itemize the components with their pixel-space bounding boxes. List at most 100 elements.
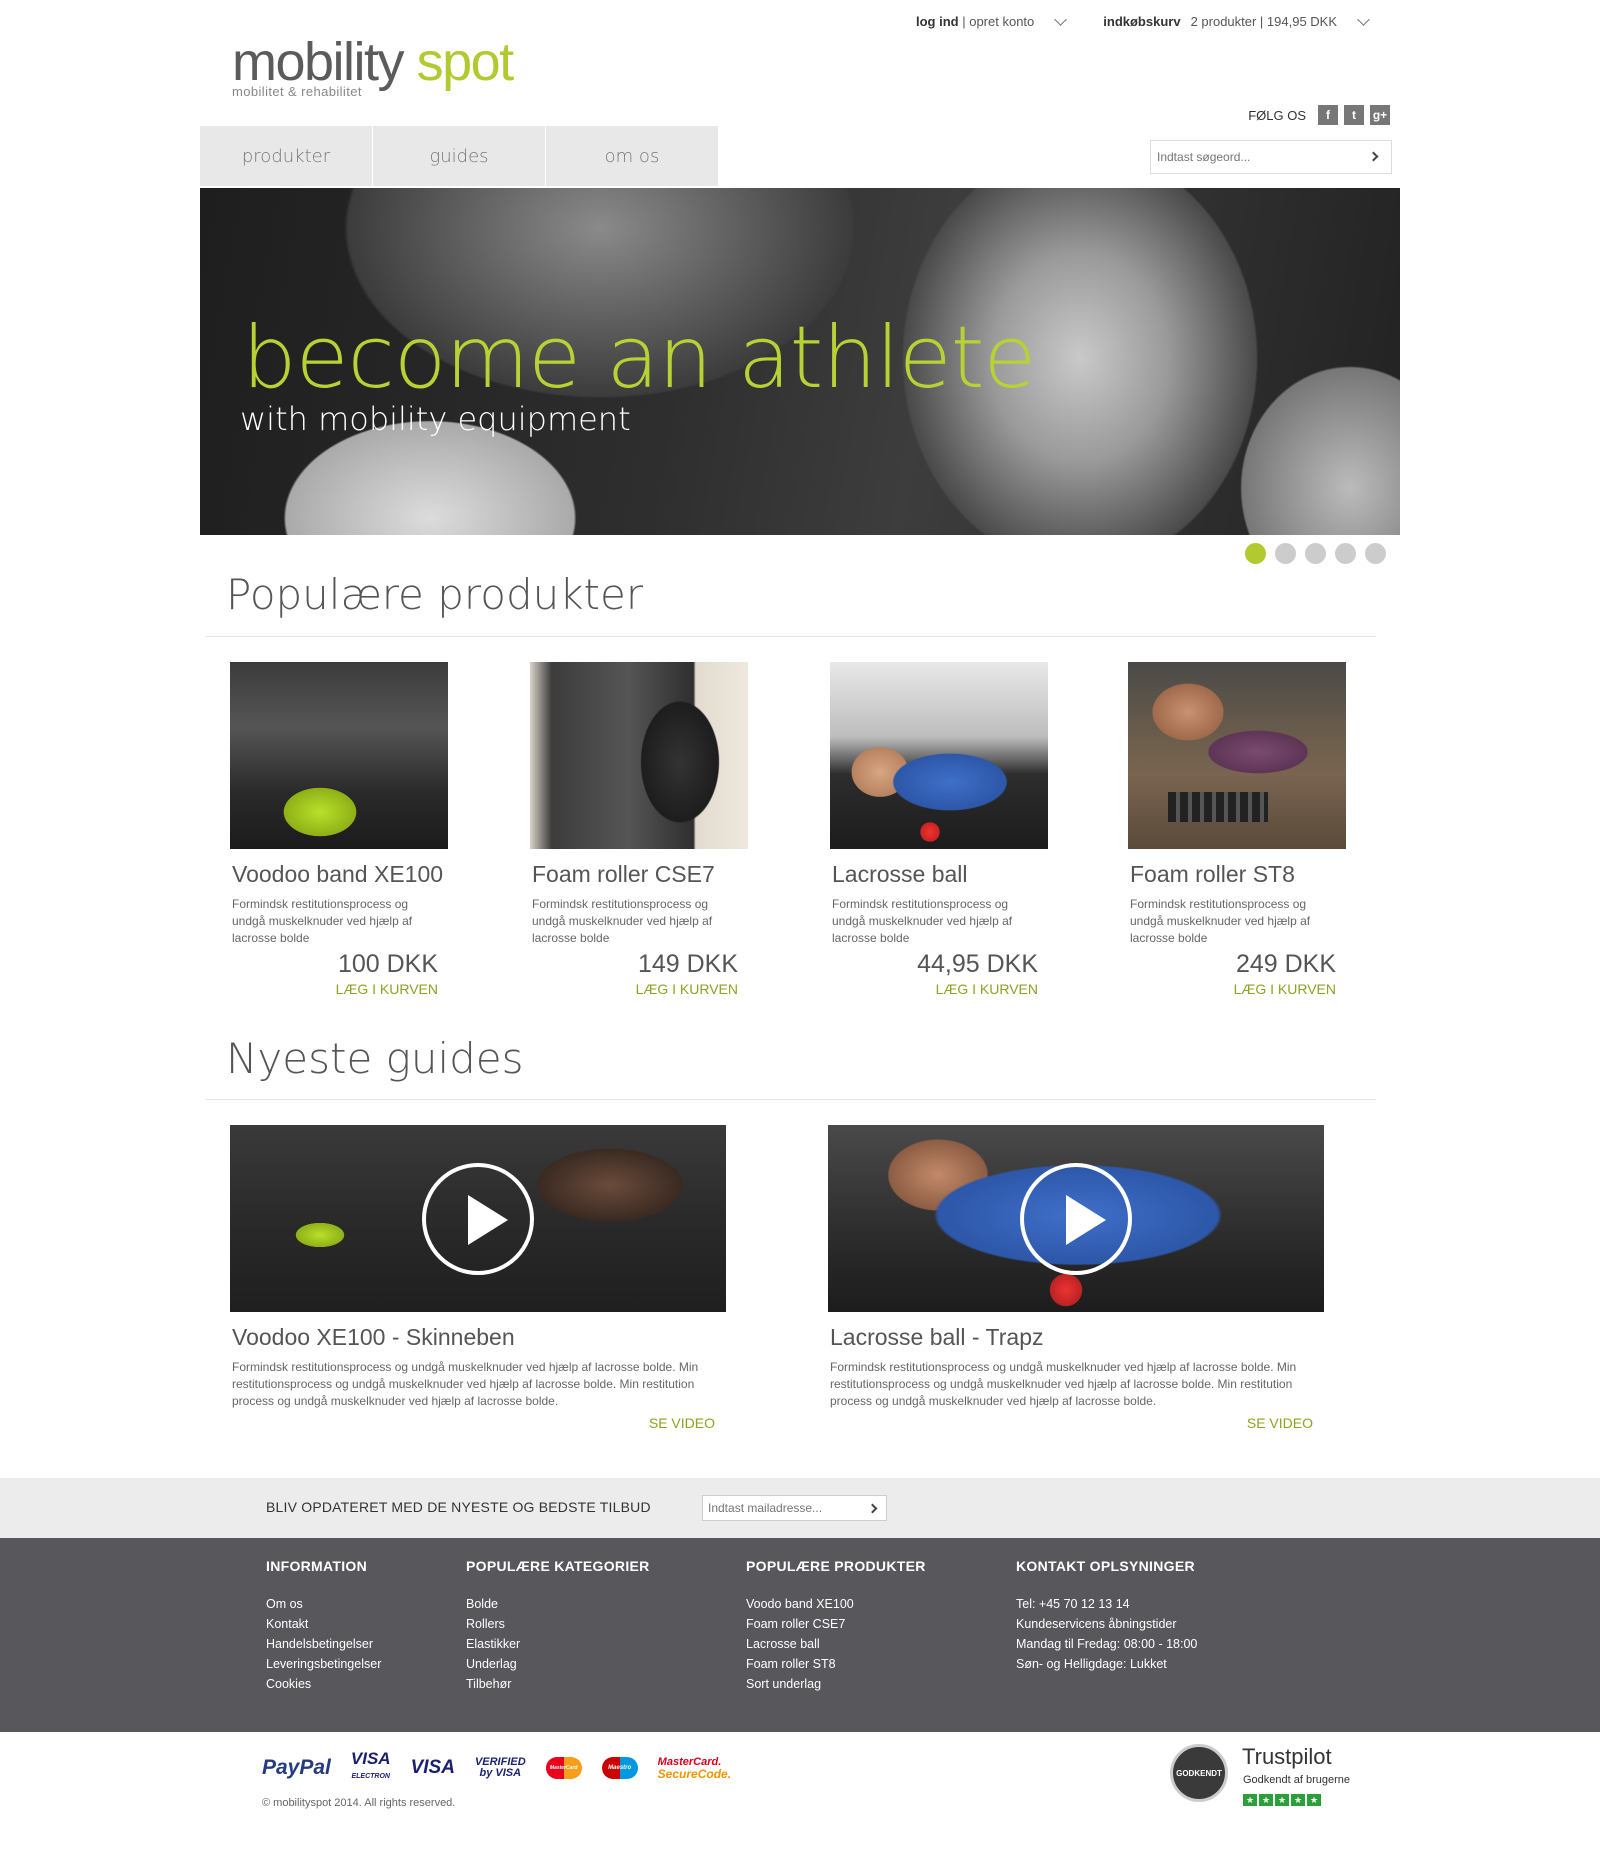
footer-link[interactable]: Leveringsbetingelser (266, 1654, 381, 1674)
cart-summary[interactable]: 2 produkter | 194,95 DKK (1191, 14, 1337, 29)
cart-chevron-down-icon[interactable] (1357, 12, 1370, 26)
product-description: Formindsk restitutionsprocess og undgå m… (532, 897, 713, 945)
cart-label[interactable]: indkøbskurv (1103, 14, 1180, 29)
footer-link[interactable]: Tilbehør (466, 1674, 650, 1694)
footer-link[interactable]: Cookies (266, 1674, 381, 1694)
product-price: 100 DKK (337, 950, 438, 978)
footer-heading: KONTAKT OPLSYNINGER (1016, 1558, 1195, 1574)
footer-link[interactable]: Bolde (466, 1594, 650, 1614)
nav-tab-om-os[interactable]: om os (546, 126, 718, 186)
footer-link[interactable]: Rollers (466, 1614, 650, 1634)
product-image-voodoo-band[interactable] (230, 662, 448, 849)
logo-word-mobility: mobility (232, 32, 405, 92)
hero-banner[interactable]: become an athlete with mobility equipmen… (200, 188, 1400, 535)
add-to-cart-button[interactable]: LÆG I KURVEN (530, 981, 738, 997)
product-name[interactable]: Foam roller ST8 (1130, 861, 1348, 888)
footer-heading: INFORMATION (266, 1558, 368, 1574)
slider-dot-3[interactable] (1305, 543, 1326, 564)
hero-headline: become an athlete (242, 308, 1036, 408)
watch-video-button[interactable]: SE VIDEO (828, 1415, 1313, 1431)
product-name[interactable]: Foam roller CSE7 (532, 861, 750, 888)
footer-link[interactable]: Handelsbetingelser (266, 1634, 381, 1654)
social-follow: FØLG OS f t g+ (1248, 105, 1390, 125)
contact-line: Mandag til Fredag: 08:00 - 18:00 (1016, 1637, 1198, 1651)
visa-electron-word: VISA (350, 1749, 391, 1768)
watch-video-button[interactable]: SE VIDEO (230, 1415, 715, 1431)
site-logo[interactable]: mobility spot mobilitet & rehabilitet (232, 32, 514, 99)
footer-link[interactable]: Om os (266, 1594, 381, 1614)
add-to-cart-button[interactable]: LÆG I KURVEN (1128, 981, 1336, 997)
slider-dot-1[interactable] (1245, 543, 1266, 564)
product-name[interactable]: Lacrosse ball (832, 861, 1050, 888)
maestro-word: Maestro (608, 1765, 632, 1771)
product-image-foam-roller-st8[interactable] (1128, 662, 1346, 849)
account-separator: | (958, 14, 970, 29)
add-to-cart-button[interactable]: LÆG I KURVEN (830, 981, 1038, 997)
nav-tab-produkter[interactable]: produkter (200, 126, 372, 186)
popular-divider (206, 636, 1376, 637)
trustpilot-subtitle: Godkendt af brugerne (1243, 1774, 1351, 1786)
google-plus-icon[interactable]: g+ (1370, 105, 1390, 125)
footer-col-contact: KONTAKT OPLSYNINGER Tel: +45 70 12 13 14… (1016, 1558, 1197, 1674)
star-icon: ★ (1291, 1794, 1305, 1806)
footer-link[interactable]: Foam roller ST8 (746, 1654, 926, 1674)
footer-link[interactable]: Lacrosse ball (746, 1634, 926, 1654)
guide-description: Formindsk restitutionsprocess og undgå m… (830, 1360, 1297, 1408)
newsletter-bar: BLIV OPDATERET MED DE NYESTE OG BEDSTE T… (0, 1478, 1600, 1538)
guide-title[interactable]: Voodoo XE100 - Skinneben (232, 1324, 728, 1351)
verified-sub: by VISA (479, 1767, 522, 1779)
product-image-lacrosse-ball[interactable] (830, 662, 1048, 849)
footer-link[interactable]: Sort underlag (746, 1674, 926, 1694)
search-input[interactable] (1157, 150, 1367, 164)
newsletter-submit-arrow-icon[interactable] (867, 1503, 878, 1514)
newsletter-text: BLIV OPDATERET MED DE NYESTE OG BEDSTE T… (266, 1499, 651, 1515)
footer-link[interactable]: Underlag (466, 1654, 650, 1674)
visa-electron-logo: VISA ELECTRON (350, 1749, 391, 1784)
footer-link[interactable]: Elastikker (466, 1634, 650, 1654)
guide-video-thumbnail[interactable] (230, 1125, 726, 1312)
guide-description: Formindsk restitutionsprocess og undgå m… (232, 1360, 699, 1408)
play-icon[interactable] (1020, 1162, 1132, 1275)
trustpilot-stars: ★ ★ ★ ★ ★ (1243, 1794, 1323, 1806)
contact-line: Kundeservicens åbningstider (1016, 1617, 1177, 1631)
newsletter-email-input[interactable] (708, 1501, 858, 1515)
add-to-cart-button[interactable]: LÆG I KURVEN (230, 981, 438, 997)
footer-col-information: INFORMATION Om os Kontakt Handelsbetinge… (266, 1558, 381, 1694)
star-icon: ★ (1259, 1794, 1273, 1806)
slider-dot-4[interactable] (1335, 543, 1356, 564)
popular-products-title: Populære produkter (226, 570, 644, 619)
twitter-icon[interactable]: t (1344, 105, 1364, 125)
footer-link[interactable]: Foam roller CSE7 (746, 1614, 926, 1634)
guide-title[interactable]: Lacrosse ball - Trapz (830, 1324, 1326, 1351)
securecode-sub: SecureCode. (657, 1766, 732, 1781)
contact-line: Tel: +45 70 12 13 14 (1016, 1597, 1130, 1611)
main-nav: produkter guides om os (200, 126, 719, 186)
footer-link[interactable]: Kontakt (266, 1614, 381, 1634)
slider-dot-5[interactable] (1365, 543, 1386, 564)
product-name[interactable]: Voodoo band XE100 (232, 861, 450, 888)
search-submit-arrow-icon[interactable] (1368, 151, 1379, 162)
product-image-foam-roller-cse7[interactable] (530, 662, 748, 849)
mastercard-logo: MasterCard (545, 1757, 582, 1779)
follow-label: FØLG OS (1248, 107, 1306, 123)
guide-video-thumbnail[interactable] (828, 1125, 1324, 1312)
facebook-icon[interactable]: f (1318, 105, 1338, 125)
trustpilot-name: Trustpilot (1242, 1744, 1332, 1769)
product-price: 249 DKK (1235, 950, 1336, 978)
maestro-logo: Maestro (601, 1757, 638, 1779)
footer-col-categories: POPULÆRE KATEGORIER Bolde Rollers Elasti… (466, 1558, 650, 1694)
account-chevron-down-icon[interactable] (1054, 12, 1068, 26)
product-card: Voodoo band XE100 Formindsk restitutions… (230, 662, 450, 997)
star-icon: ★ (1275, 1794, 1289, 1806)
login-link[interactable]: log ind (916, 14, 959, 29)
copyright-text: © mobilityspot 2014. All rights reserved… (262, 1797, 456, 1809)
slider-dot-2[interactable] (1275, 543, 1296, 564)
play-icon[interactable] (422, 1162, 534, 1275)
slider-dots (1245, 543, 1395, 564)
guide-card: Lacrosse ball - Trapz Formindsk restitut… (828, 1125, 1326, 1431)
nav-tab-guides[interactable]: guides (373, 126, 545, 186)
product-price: 44,95 DKK (917, 950, 1038, 978)
footer-link[interactable]: Voodo band XE100 (746, 1594, 926, 1614)
footer-heading: POPULÆRE PRODUKTER (746, 1558, 926, 1574)
create-account-link[interactable]: opret konto (969, 14, 1034, 29)
